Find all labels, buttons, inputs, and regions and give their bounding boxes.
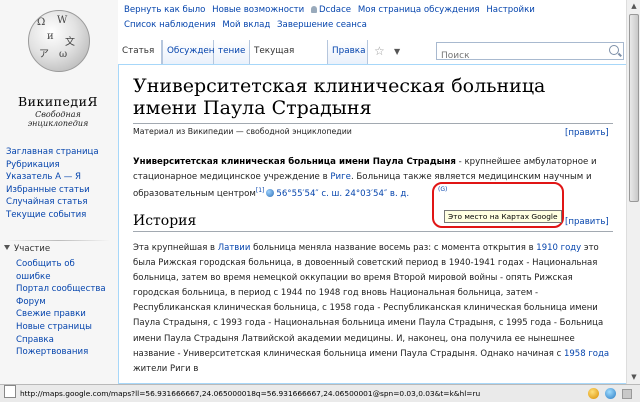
collapse-triangle-icon xyxy=(4,245,10,250)
tab-discussion[interactable]: Обсуждение xyxy=(162,40,226,64)
sidebar: Ω W и 文 ア ω ВикипедиЯ Свободная энциклоп… xyxy=(0,0,118,384)
tooltip: Это место на Картах Google xyxy=(444,210,562,223)
nav-link[interactable]: Рубрикация xyxy=(6,160,60,170)
wikipedia-logo[interactable]: Ω W и 文 ア ω ВикипедиЯ Свободная энциклоп… xyxy=(10,4,106,128)
personal-tools-row: Вернуть как было Новые возможности Dcdac… xyxy=(124,3,624,18)
scroll-up-icon[interactable]: ▲ xyxy=(629,1,639,11)
tab-edit[interactable]: Правка xyxy=(328,40,368,64)
portal-link[interactable]: Новые страницы xyxy=(16,322,92,332)
portal-heading[interactable]: Участие xyxy=(4,244,50,254)
history-text: больница меняла название восемь раз: с м… xyxy=(250,243,537,253)
edit-label[interactable]: [править] xyxy=(565,128,609,138)
coordinates-link[interactable]: 56°55′54″ с. ш. 24°03′54″ в. д. xyxy=(276,189,409,199)
portal-item-report[interactable]: Сообщить об xyxy=(16,258,106,271)
portal-item-donate[interactable]: Пожертвования xyxy=(16,346,106,359)
nav-link[interactable]: Избранные статьи xyxy=(6,185,90,195)
portal-item-report-cont[interactable]: ошибке xyxy=(16,271,106,284)
portal-item-help[interactable]: Справка xyxy=(16,334,106,347)
status-bar: http://maps.google.com/maps?ll=56.931666… xyxy=(0,384,640,402)
logo-wordmark: ВикипедиЯ xyxy=(17,94,98,109)
title-divider xyxy=(133,123,613,124)
navigation-menu: Заглавная страница Рубрикация Указатель … xyxy=(6,146,99,221)
year-1910-link[interactable]: 1910 году xyxy=(536,243,581,253)
portal-item-forum[interactable]: Форум xyxy=(16,296,106,309)
portal-item-new-pages[interactable]: Новые страницы xyxy=(16,321,106,334)
nav-item-index[interactable]: Указатель А — Я xyxy=(6,171,99,184)
portal-link[interactable]: Свежие правки xyxy=(16,309,86,319)
edit-label[interactable]: [править] xyxy=(565,217,609,227)
nav-link[interactable]: Заглавная страница xyxy=(6,147,99,157)
site-sub: Материал из Википедии — свободной энцикл… xyxy=(133,127,352,136)
section-divider xyxy=(133,231,613,232)
nav-item-categories[interactable]: Рубрикация xyxy=(6,159,99,172)
logout-link[interactable]: Завершение сеанса xyxy=(277,20,367,30)
nav-item-main-page[interactable]: Заглавная страница xyxy=(6,146,99,159)
scroll-down-icon[interactable]: ▼ xyxy=(629,372,639,382)
page-icon xyxy=(4,385,16,398)
year-1958-link[interactable]: 1958 года xyxy=(564,349,609,359)
edit-section-link[interactable]: [править] xyxy=(565,217,609,227)
history-text: это была Рижская городская больница, в д… xyxy=(133,243,604,359)
nav-item-featured[interactable]: Избранные статьи xyxy=(6,184,99,197)
section-heading-history: История xyxy=(133,213,197,229)
search-input[interactable] xyxy=(437,48,601,64)
username-link[interactable]: Dcdace xyxy=(319,5,351,15)
tab-current-version[interactable]: Текущая версия xyxy=(250,40,328,79)
contributions-link[interactable]: Мой вклад xyxy=(222,20,270,30)
scrollbar-thumb[interactable] xyxy=(629,14,639,202)
watchlist-link[interactable]: Список наблюдения xyxy=(124,20,216,30)
preferences-link[interactable]: Настройки xyxy=(486,5,535,15)
personal-tools-row: Список наблюдения Мой вклад Завершение с… xyxy=(124,18,624,33)
history-text: Эта крупнейшая в xyxy=(133,243,218,253)
edit-section-link[interactable]: [править] xyxy=(565,128,609,138)
status-url: http://maps.google.com/maps?ll=56.931666… xyxy=(20,389,481,398)
portal-link[interactable]: Справка xyxy=(16,335,54,345)
tab-read[interactable]: тение xyxy=(214,40,250,64)
security-icon[interactable] xyxy=(605,388,616,399)
sidebar-divider xyxy=(6,240,110,241)
search-box[interactable] xyxy=(436,42,624,64)
tab-article[interactable]: Статья xyxy=(118,40,162,64)
portal-menu: Сообщить об ошибке Портал сообщества Фор… xyxy=(16,258,106,359)
portal-link[interactable]: Сообщить об xyxy=(16,259,75,269)
page-title: Университетская клиническая больница име… xyxy=(133,75,546,119)
page-tabs: Статья Обсуждение тение Текущая версия П… xyxy=(118,40,626,79)
portal-link[interactable]: ошибке xyxy=(16,272,50,282)
nav-link[interactable]: Указатель А — Я xyxy=(6,172,81,182)
logo-tagline: Свободная энциклопедия xyxy=(27,110,89,128)
history-text: жители Риги в xyxy=(133,363,199,374)
nav-link[interactable]: Текущие события xyxy=(6,210,86,220)
nav-item-current-events[interactable]: Текущие события xyxy=(6,209,99,222)
nav-link[interactable]: Случайная статья xyxy=(6,197,88,207)
puzzle-globe-icon: Ω W и 文 ア ω xyxy=(28,10,90,72)
riga-link[interactable]: Риге xyxy=(330,172,351,182)
watch-star-icon[interactable]: ☆ xyxy=(370,40,388,64)
search-icon[interactable] xyxy=(609,45,619,55)
addon-icon[interactable] xyxy=(588,388,599,399)
portal-item-community[interactable]: Портал сообщества xyxy=(16,283,106,296)
resize-grip-icon[interactable] xyxy=(622,389,632,399)
vertical-scrollbar[interactable]: ▲ ▼ xyxy=(626,0,640,384)
globe-icon[interactable] xyxy=(266,189,275,198)
more-actions-dropdown-icon[interactable]: ▼ xyxy=(390,40,404,64)
user-icon xyxy=(311,6,317,13)
latvia-link[interactable]: Латвии xyxy=(218,243,251,253)
personal-tools: Вернуть как было Новые возможности Dcdac… xyxy=(124,3,624,32)
new-features-link[interactable]: Новые возможности xyxy=(212,5,304,15)
history-paragraph: Эта крупнейшая в Латвии больница меняла … xyxy=(133,241,615,377)
google-maps-link[interactable]: (G) xyxy=(438,186,447,193)
portal-heading-label: Участие xyxy=(14,244,51,254)
my-talk-link[interactable]: Моя страница обсуждения xyxy=(358,5,480,15)
reference-link[interactable]: [1] xyxy=(256,187,265,194)
intro-bold: Университетская клиническая больница име… xyxy=(133,157,456,167)
portal-link[interactable]: Форум xyxy=(16,297,46,307)
portal-link[interactable]: Пожертвования xyxy=(16,347,88,357)
portal-item-recent-changes[interactable]: Свежие правки xyxy=(16,308,106,321)
portal-link[interactable]: Портал сообщества xyxy=(16,284,106,294)
revert-link[interactable]: Вернуть как было xyxy=(124,5,205,15)
nav-item-random[interactable]: Случайная статья xyxy=(6,196,99,209)
